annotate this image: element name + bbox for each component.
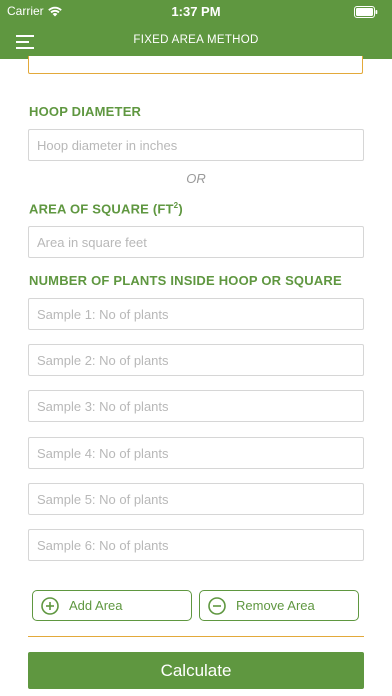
area-of-square-input[interactable] <box>28 226 364 258</box>
hoop-diameter-input[interactable] <box>28 129 364 161</box>
minus-circle-icon <box>208 596 226 615</box>
nav-bar: FIXED AREA METHOD <box>0 24 392 59</box>
battery-icon <box>354 6 378 18</box>
remove-area-label: Remove Area <box>236 598 315 613</box>
add-area-label: Add Area <box>69 598 123 613</box>
sample-3-input[interactable] <box>28 390 364 422</box>
sample-1-input[interactable] <box>28 298 364 330</box>
sample-5-input[interactable] <box>28 483 364 515</box>
status-bar: Carrier 1:37 PM <box>0 0 392 24</box>
sample-2-input[interactable] <box>28 344 364 376</box>
sample-4-input[interactable] <box>28 437 364 469</box>
hoop-diameter-label: HOOP DIAMETER <box>29 104 142 119</box>
calculate-button[interactable]: Calculate <box>28 652 364 689</box>
add-area-button[interactable]: Add Area <box>32 590 192 621</box>
plus-circle-icon <box>41 596 59 615</box>
or-separator: OR <box>186 171 206 186</box>
sample-6-input[interactable] <box>28 529 364 561</box>
previous-input-field[interactable] <box>28 56 363 74</box>
page-title: FIXED AREA METHOD <box>133 34 259 46</box>
area-of-square-label: AREA OF SQUARE (FT2) <box>29 201 183 217</box>
number-of-plants-label: NUMBER OF PLANTS INSIDE HOOP OR SQUARE <box>29 273 342 288</box>
status-time: 1:37 PM <box>171 4 221 19</box>
remove-area-button[interactable]: Remove Area <box>199 590 359 621</box>
divider <box>28 636 364 637</box>
